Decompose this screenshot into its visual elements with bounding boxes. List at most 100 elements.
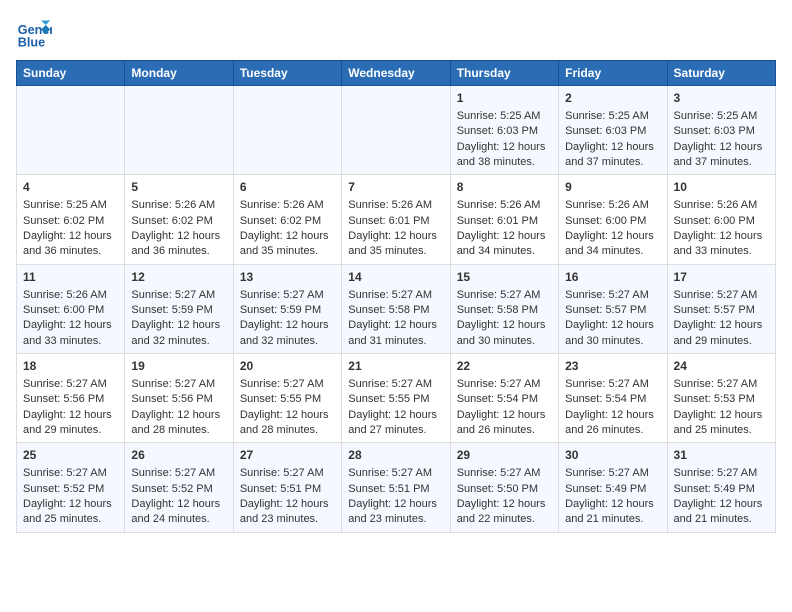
day-number: 19 <box>131 358 226 375</box>
day-info: and 36 minutes. <box>23 245 101 257</box>
day-info: Sunrise: 5:27 AM <box>457 467 541 479</box>
day-info: Sunset: 5:54 PM <box>565 393 646 405</box>
day-info: Daylight: 12 hours <box>457 409 546 421</box>
day-info: Sunset: 5:56 PM <box>131 393 212 405</box>
day-info: and 34 minutes. <box>565 245 643 257</box>
day-number: 29 <box>457 447 552 464</box>
day-info: and 37 minutes. <box>674 156 752 168</box>
day-info: Sunrise: 5:26 AM <box>23 289 107 301</box>
day-info: Sunrise: 5:26 AM <box>131 199 215 211</box>
calendar-row-4: 18 Sunrise: 5:27 AM Sunset: 5:56 PM Dayligh… <box>17 354 776 443</box>
day-info: Sunrise: 5:27 AM <box>23 378 107 390</box>
day-info: Sunset: 5:58 PM <box>457 304 538 316</box>
day-number: 21 <box>348 358 443 375</box>
calendar-cell: 25Sunrise: 5:27 AMSunset: 5:52 PMDayligh… <box>17 443 125 532</box>
calendar-cell: 9Sunrise: 5:26 AMSunset: 6:00 PMDaylight… <box>559 175 667 264</box>
day-number: 22 <box>457 358 552 375</box>
calendar-cell: 21Sunrise: 5:27 AMSunset: 5:55 PMDayligh… <box>342 354 450 443</box>
day-info: Daylight: 12 hours <box>565 498 654 510</box>
day-number: 13 <box>240 269 335 286</box>
page-header: General Blue <box>16 16 776 52</box>
day-info: and 30 minutes. <box>457 335 535 347</box>
day-info: Sunset: 6:01 PM <box>457 215 538 227</box>
day-info: Sunrise: 5:27 AM <box>348 289 432 301</box>
day-info: Sunrise: 5:27 AM <box>131 378 215 390</box>
day-info: and 33 minutes. <box>23 335 101 347</box>
day-info: and 34 minutes. <box>457 245 535 257</box>
day-info: Sunrise: 5:26 AM <box>348 199 432 211</box>
calendar-cell: 30Sunrise: 5:27 AMSunset: 5:49 PMDayligh… <box>559 443 667 532</box>
day-info: Sunrise: 5:26 AM <box>240 199 324 211</box>
calendar-cell: 23Sunrise: 5:27 AMSunset: 5:54 PMDayligh… <box>559 354 667 443</box>
day-info: Sunrise: 5:25 AM <box>23 199 107 211</box>
day-info: Sunrise: 5:27 AM <box>131 289 215 301</box>
day-info: Sunrise: 5:27 AM <box>565 378 649 390</box>
day-info: Sunrise: 5:27 AM <box>674 378 758 390</box>
day-info: Sunset: 5:51 PM <box>240 483 321 495</box>
day-info: Daylight: 12 hours <box>23 319 112 331</box>
day-number: 16 <box>565 269 660 286</box>
day-info: Sunset: 6:02 PM <box>240 215 321 227</box>
day-number: 2 <box>565 90 660 107</box>
header-cell-tuesday: Tuesday <box>233 61 341 86</box>
day-info: and 26 minutes. <box>457 424 535 436</box>
day-info: Daylight: 12 hours <box>457 141 546 153</box>
day-info: Sunset: 5:57 PM <box>565 304 646 316</box>
day-info: and 36 minutes. <box>131 245 209 257</box>
day-info: Sunset: 6:00 PM <box>23 304 104 316</box>
day-info: and 32 minutes. <box>131 335 209 347</box>
calendar-cell: 29Sunrise: 5:27 AMSunset: 5:50 PMDayligh… <box>450 443 558 532</box>
day-info: Sunset: 5:55 PM <box>240 393 321 405</box>
day-info: and 35 minutes. <box>240 245 318 257</box>
day-info: and 25 minutes. <box>23 513 101 525</box>
calendar-cell: 14Sunrise: 5:27 AMSunset: 5:58 PMDayligh… <box>342 264 450 353</box>
day-number: 27 <box>240 447 335 464</box>
calendar-cell: 15Sunrise: 5:27 AMSunset: 5:58 PMDayligh… <box>450 264 558 353</box>
day-info: Daylight: 12 hours <box>565 141 654 153</box>
day-number: 31 <box>674 447 769 464</box>
day-info: Sunset: 5:56 PM <box>23 393 104 405</box>
day-info: Daylight: 12 hours <box>348 230 437 242</box>
calendar-row-1: 1 Sunrise: 5:25 AM Sunset: 6:03 PM Daylight… <box>17 86 776 175</box>
day-info: Sunrise: 5:25 AM <box>565 110 649 122</box>
day-info: and 35 minutes. <box>348 245 426 257</box>
calendar-table: SundayMondayTuesdayWednesdayThursdayFrid… <box>16 60 776 533</box>
day-number: 24 <box>674 358 769 375</box>
day-info: Sunset: 6:03 PM <box>565 125 646 137</box>
day-info: Daylight: 12 hours <box>348 319 437 331</box>
day-info: and 21 minutes. <box>565 513 643 525</box>
calendar-cell: 7Sunrise: 5:26 AMSunset: 6:01 PMDaylight… <box>342 175 450 264</box>
day-number: 28 <box>348 447 443 464</box>
day-info: and 23 minutes. <box>348 513 426 525</box>
calendar-header: SundayMondayTuesdayWednesdayThursdayFrid… <box>17 61 776 86</box>
day-info: Sunrise: 5:26 AM <box>565 199 649 211</box>
day-info: and 28 minutes. <box>240 424 318 436</box>
day-info: Sunrise: 5:27 AM <box>457 289 541 301</box>
day-info: Daylight: 12 hours <box>131 319 220 331</box>
day-info: and 25 minutes. <box>674 424 752 436</box>
day-info: and 29 minutes. <box>23 424 101 436</box>
calendar-cell: 12Sunrise: 5:27 AMSunset: 5:59 PMDayligh… <box>125 264 233 353</box>
day-info: Sunset: 5:52 PM <box>23 483 104 495</box>
header-cell-sunday: Sunday <box>17 61 125 86</box>
day-number: 9 <box>565 179 660 196</box>
day-info: Sunset: 5:59 PM <box>131 304 212 316</box>
header-cell-friday: Friday <box>559 61 667 86</box>
day-info: Sunset: 6:02 PM <box>131 215 212 227</box>
day-number: 1 <box>457 90 552 107</box>
day-number: 18 <box>23 358 118 375</box>
day-info: Sunrise: 5:27 AM <box>674 289 758 301</box>
day-number: 20 <box>240 358 335 375</box>
day-info: Sunset: 5:51 PM <box>348 483 429 495</box>
day-info: Sunrise: 5:27 AM <box>23 467 107 479</box>
calendar-row-5: 25Sunrise: 5:27 AMSunset: 5:52 PMDayligh… <box>17 443 776 532</box>
day-info: and 26 minutes. <box>565 424 643 436</box>
header-cell-saturday: Saturday <box>667 61 775 86</box>
calendar-cell: 24Sunrise: 5:27 AMSunset: 5:53 PMDayligh… <box>667 354 775 443</box>
day-info: Daylight: 12 hours <box>674 319 763 331</box>
logo: General Blue <box>16 16 56 52</box>
day-info: and 30 minutes. <box>565 335 643 347</box>
calendar-cell: 8Sunrise: 5:26 AMSunset: 6:01 PMDaylight… <box>450 175 558 264</box>
day-info: Sunset: 6:02 PM <box>23 215 104 227</box>
day-number: 5 <box>131 179 226 196</box>
